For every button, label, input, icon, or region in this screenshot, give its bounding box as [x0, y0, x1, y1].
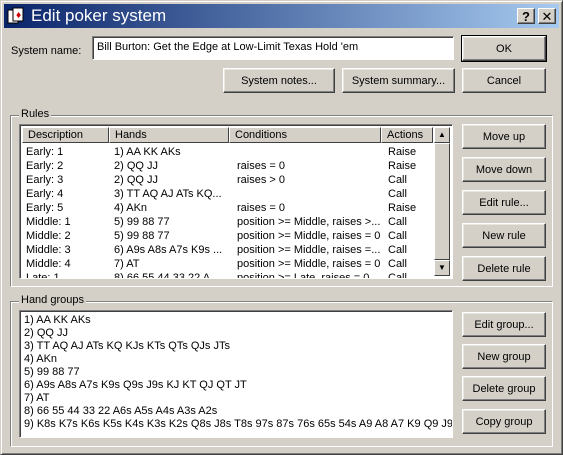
edit-group-button[interactable]: Edit group...	[462, 312, 546, 337]
hand-group-item[interactable]: 3) TT AQ AJ ATs KQ KJs KTs QTs QJs JTs	[24, 340, 230, 353]
rule-hands: 8) 66 55 44 33 22 A...	[114, 272, 220, 279]
rule-description: Middle: 4	[26, 258, 71, 270]
rule-hands: 2) QQ JJ	[114, 160, 159, 172]
app-icon: ♦	[7, 7, 24, 24]
rule-conditions: raises > 0	[237, 174, 285, 186]
rule-description: Early: 2	[26, 160, 64, 172]
rule-description: Early: 4	[26, 188, 64, 200]
rule-action: Call	[388, 174, 407, 186]
rule-action: Call	[388, 188, 407, 200]
close-button[interactable]: ✕	[538, 8, 556, 24]
rule-conditions: position >= Middle, raises >...	[237, 216, 381, 228]
column-header-actions[interactable]: Actions	[381, 127, 433, 143]
scroll-thumb[interactable]	[434, 143, 450, 260]
system-name-label: System name:	[11, 45, 82, 57]
rule-description: Late: 1	[26, 272, 60, 279]
column-header-hands[interactable]: Hands	[109, 127, 229, 143]
rule-description: Middle: 2	[26, 230, 71, 242]
edit-rule-button[interactable]: Edit rule...	[462, 190, 546, 215]
svg-text:♦: ♦	[15, 11, 22, 20]
move-up-button[interactable]: Move up	[462, 124, 546, 149]
column-header-conditions[interactable]: Conditions	[229, 127, 381, 143]
rule-row[interactable]: Middle: 1 5) 99 88 77 position >= Middle, …	[22, 215, 434, 229]
rule-action: Raise	[388, 202, 417, 214]
cancel-button[interactable]: Cancel	[462, 68, 546, 93]
rule-conditions: raises = 0	[237, 160, 285, 172]
hand-groups-title: Hand groups	[19, 294, 86, 306]
rule-action: Raise	[388, 146, 417, 158]
scroll-up-arrow-icon[interactable]: ▲	[434, 127, 450, 143]
rule-row[interactable]: Early: 4 3) TT AQ AJ ATs KQ... Call	[22, 187, 434, 201]
hand-group-item[interactable]: 5) 99 88 77	[24, 366, 80, 379]
rule-row[interactable]: Middle: 4 7) AT position >= Middle, raises…	[22, 257, 434, 271]
hand-group-item[interactable]: 4) AKn	[24, 353, 57, 366]
rules-list[interactable]: Description Hands Conditions Actions Ear…	[19, 124, 453, 279]
rules-scrollbar[interactable]: ▲ ▼	[434, 127, 450, 276]
rule-action: Call	[388, 216, 407, 228]
rule-hands: 4) AKn	[114, 202, 148, 214]
rule-hands: 7) AT	[114, 258, 140, 270]
rule-description: Early: 5	[26, 202, 64, 214]
rule-conditions: position >= Middle, raises =...	[237, 244, 381, 256]
rule-action: Call	[388, 272, 407, 279]
rule-hands: 1) AA KK AKs	[114, 146, 181, 158]
rules-group-title: Rules	[19, 108, 52, 120]
rule-row[interactable]: Late: 1 8) 66 55 44 33 22 A... position >=…	[22, 271, 434, 279]
delete-group-button[interactable]: Delete group	[462, 376, 546, 401]
rule-conditions: position >= Middle, raises = 0	[237, 258, 381, 270]
rule-row[interactable]: Early: 2 2) QQ JJ raises = 0 Raise	[22, 159, 434, 173]
hand-group-item[interactable]: 7) AT	[24, 392, 49, 405]
new-group-button[interactable]: New group	[462, 344, 546, 369]
rule-action: Call	[388, 244, 407, 256]
title-bar[interactable]: ♦ Edit poker system ? ✕	[4, 4, 559, 28]
window-title: Edit poker system	[31, 6, 167, 25]
ok-button[interactable]: OK	[461, 35, 547, 62]
help-button[interactable]: ?	[517, 8, 535, 24]
system-name-input[interactable]: Bill Burton: Get the Edge at Low-Limit T…	[92, 36, 454, 60]
rule-description: Middle: 1	[26, 216, 71, 228]
rule-hands: 5) 99 88 77	[114, 230, 170, 242]
copy-group-button[interactable]: Copy group	[462, 409, 546, 434]
hand-group-item[interactable]: 6) A9s A8s A7s K9s Q9s J9s KJ KT QJ QT J…	[24, 379, 247, 392]
system-name-value: Bill Burton: Get the Edge at Low-Limit T…	[97, 41, 359, 53]
new-rule-button[interactable]: New rule	[462, 223, 546, 248]
rule-conditions: position >= Late, raises = 0	[237, 272, 370, 279]
rule-action: Raise	[388, 160, 417, 172]
system-notes-button[interactable]: System notes...	[223, 68, 335, 93]
rule-action: Call	[388, 258, 407, 270]
rule-row[interactable]: Early: 3 2) QQ JJ raises > 0 Call	[22, 173, 434, 187]
rule-row[interactable]: Early: 1 1) AA KK AKs Raise	[22, 145, 434, 159]
rule-action: Call	[388, 230, 407, 242]
system-summary-button[interactable]: System summary...	[342, 68, 455, 93]
rule-row[interactable]: Middle: 2 5) 99 88 77 position >= Middle, …	[22, 229, 434, 243]
rule-hands: 2) QQ JJ	[114, 174, 159, 186]
hand-group-item[interactable]: 9) K8s K7s K6s K5s K4s K3s K2s Q8s J8s T…	[24, 418, 452, 431]
hand-group-item[interactable]: 1) AA KK AKs	[24, 314, 91, 327]
hand-groups-list[interactable]: 1) AA KK AKs 2) QQ JJ 3) TT AQ AJ ATs KQ K…	[19, 310, 453, 438]
rule-description: Middle: 3	[26, 244, 71, 256]
rule-hands: 5) 99 88 77	[114, 216, 170, 228]
rule-row[interactable]: Middle: 3 6) A9s A8s A7s K9s ... position …	[22, 243, 434, 257]
rule-row[interactable]: Early: 5 4) AKn raises = 0 Raise	[22, 201, 434, 215]
move-down-button[interactable]: Move down	[462, 157, 546, 182]
hand-group-item[interactable]: 2) QQ JJ	[24, 327, 68, 340]
rule-hands: 6) A9s A8s A7s K9s ...	[114, 244, 223, 256]
hand-group-item[interactable]: 8) 66 55 44 33 22 A6s A5s A4s A3s A2s	[24, 405, 217, 418]
rule-description: Early: 1	[26, 146, 64, 158]
edit-poker-system-dialog: ♦ Edit poker system ? ✕ System name: Bil…	[0, 0, 563, 455]
column-header-description[interactable]: Description	[22, 127, 109, 143]
rule-hands: 3) TT AQ AJ ATs KQ...	[114, 188, 222, 200]
rule-description: Early: 3	[26, 174, 64, 186]
delete-rule-button[interactable]: Delete rule	[462, 256, 546, 281]
rule-conditions: raises = 0	[237, 202, 285, 214]
rule-conditions: position >= Middle, raises = 0	[237, 230, 381, 242]
scroll-down-arrow-icon[interactable]: ▼	[434, 260, 450, 276]
